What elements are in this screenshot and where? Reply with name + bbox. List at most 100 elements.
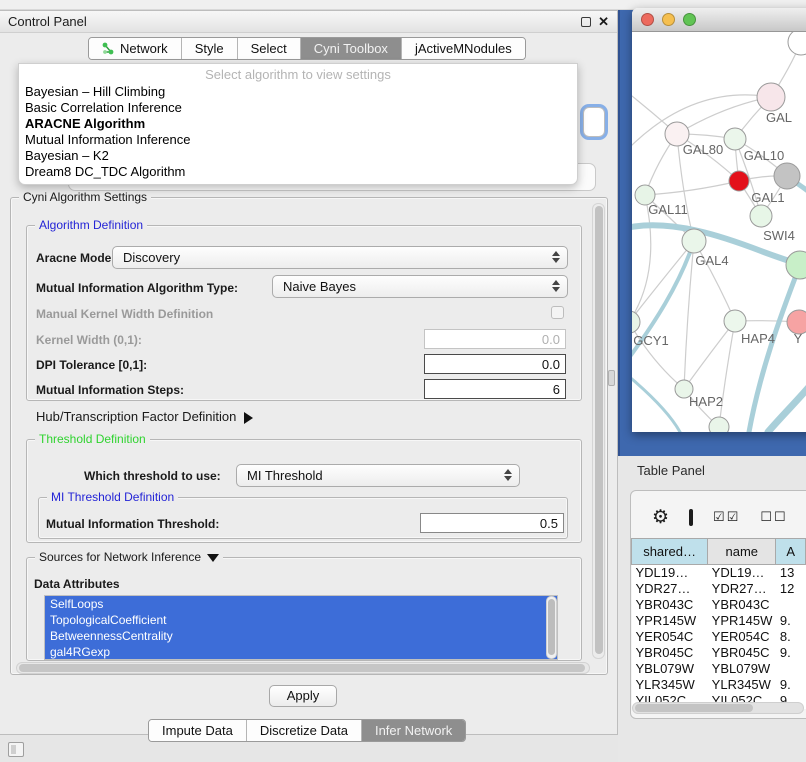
close-icon[interactable]: ✕ — [598, 17, 609, 27]
network-node[interactable] — [774, 163, 800, 189]
tab-label: Cyni Toolbox — [314, 41, 388, 56]
network-node[interactable] — [788, 32, 806, 55]
table-column-header[interactable]: shared… — [632, 539, 708, 565]
network-window-titlebar — [632, 8, 806, 32]
panel-split-handle[interactable] — [608, 370, 615, 386]
tab-infer-network[interactable]: Infer Network — [362, 720, 465, 741]
aracne-mode-label: Aracne Mode: — [36, 251, 115, 265]
network-edge[interactable] — [645, 181, 739, 195]
focused-combo-fragment[interactable] — [583, 107, 605, 137]
table-row[interactable]: YLR345WYLR345W9. — [632, 677, 806, 693]
tab-impute-data[interactable]: Impute Data — [149, 720, 247, 741]
window-close-icon[interactable] — [641, 13, 654, 26]
table-row[interactable]: YDL19…YDL19…13 — [632, 565, 806, 581]
network-node[interactable] — [709, 417, 729, 432]
table-row[interactable]: YPR145WYPR145W9. — [632, 613, 806, 629]
bottom-tabbar: Impute DataDiscretize DataInfer Network — [148, 719, 466, 742]
algorithm-item[interactable]: Basic Correlation Inference — [19, 100, 577, 116]
network-node[interactable] — [750, 205, 772, 227]
network-node[interactable] — [786, 251, 806, 279]
network-node[interactable] — [729, 171, 749, 191]
data-attribute-item[interactable]: BetweennessCentrality — [45, 628, 557, 644]
tab-cyni-toolbox[interactable]: Cyni Toolbox — [301, 38, 402, 59]
gear-icon[interactable]: ⚙ — [652, 508, 669, 527]
table-row[interactable]: YBL079WYBL079W — [632, 661, 806, 677]
network-node[interactable] — [724, 310, 746, 332]
hub-section-header[interactable]: Hub/Transcription Factor Definition — [36, 409, 253, 424]
kernel-width-field[interactable]: 0.0 — [424, 329, 566, 349]
attributes-scrollbar[interactable] — [546, 596, 557, 659]
algorithm-dropdown-placeholder: Select algorithm to view settings — [19, 64, 577, 84]
minimized-panel-icon[interactable] — [8, 742, 24, 757]
node-label: GAL80 — [683, 142, 723, 157]
algorithm-item[interactable]: ARACNE Algorithm — [19, 116, 577, 132]
table-cell: 8. — [776, 629, 806, 645]
mi-steps-field[interactable]: 6 — [424, 379, 566, 399]
network-edge-weighted[interactable] — [632, 374, 680, 432]
settings-horizontal-scrollbar[interactable] — [16, 662, 590, 674]
combo-spinner-icon — [552, 280, 560, 292]
sources-group-title[interactable]: Sources for Network Inference — [35, 550, 223, 564]
table-row[interactable]: YBR045CYBR045C9. — [632, 645, 806, 661]
table-row[interactable]: YDR27…YDR27…12 — [632, 581, 806, 597]
network-edge[interactable] — [719, 321, 735, 427]
table-panel-title: Table Panel — [637, 463, 705, 478]
algorithm-dropdown-popup: Select algorithm to view settings Bayesi… — [18, 63, 578, 185]
settings-vertical-scrollbar[interactable] — [592, 203, 605, 659]
columns-icon[interactable] — [689, 509, 693, 526]
network-edge[interactable] — [677, 97, 771, 134]
table-cell: YBL079W — [632, 661, 708, 677]
algorithm-item[interactable]: Mutual Information Inference — [19, 132, 577, 148]
table-horizontal-scrollbar[interactable] — [632, 702, 804, 714]
table-cell — [776, 597, 806, 613]
deselect-all-checks-icon[interactable]: ☐☐ — [760, 509, 787, 525]
network-node[interactable] — [757, 83, 785, 111]
tab-network[interactable]: Network — [89, 38, 182, 59]
mi-type-value: Naive Bayes — [283, 279, 356, 294]
table-column-header[interactable]: A — [776, 539, 806, 565]
data-attribute-item[interactable]: SelfLoops — [45, 596, 557, 612]
table-column-header[interactable]: name — [708, 539, 776, 565]
tab-style[interactable]: Style — [182, 38, 238, 59]
algorithm-item[interactable]: Bayesian – K2 — [19, 148, 577, 164]
aracne-mode-combo[interactable]: Discovery — [112, 246, 568, 269]
tab-discretize-data[interactable]: Discretize Data — [247, 720, 362, 741]
mi-threshold-field[interactable]: 0.5 — [420, 513, 564, 533]
dpi-tolerance-label: DPI Tolerance [0,1]: — [36, 358, 147, 372]
table-cell: YBR045C — [708, 645, 776, 661]
table-row[interactable]: YBR043CYBR043C — [632, 597, 806, 613]
network-edge[interactable] — [684, 321, 735, 389]
tab-select[interactable]: Select — [238, 38, 301, 59]
dpi-tolerance-field[interactable]: 0.0 — [424, 354, 566, 374]
which-threshold-combo[interactable]: MI Threshold — [236, 464, 520, 487]
network-edge-weighted[interactable] — [768, 388, 806, 432]
table-cell: YDR27… — [708, 581, 776, 597]
window-zoom-icon[interactable] — [683, 13, 696, 26]
collapse-arrow-icon — [207, 554, 219, 562]
node-label: GAL10 — [744, 148, 784, 163]
float-panel-icon[interactable] — [581, 17, 591, 27]
manual-kernel-checkbox[interactable] — [551, 306, 564, 319]
network-node[interactable] — [724, 128, 746, 150]
algorithm-item[interactable]: Bayesian – Hill Climbing — [19, 84, 577, 100]
table-row[interactable]: YER054CYER054C8. — [632, 629, 806, 645]
apply-button[interactable]: Apply — [269, 685, 337, 707]
select-all-checks-icon[interactable]: ☑☑ — [713, 509, 740, 525]
data-attribute-item[interactable]: gal4RGexp — [45, 644, 557, 660]
network-node[interactable] — [632, 311, 640, 333]
tab-jactivemnodules[interactable]: jActiveMNodules — [402, 38, 525, 59]
network-node[interactable] — [682, 229, 706, 253]
network-graph-canvas[interactable]: GALGAL80GAL10GAL1GAL11SWI4GAL4GCY1HAP4YH… — [632, 32, 806, 432]
window-minimize-icon[interactable] — [662, 13, 675, 26]
node-label: HAP4 — [741, 331, 775, 346]
table-cell: YER054C — [632, 629, 708, 645]
mi-type-combo[interactable]: Naive Bayes — [272, 275, 568, 298]
which-threshold-value: MI Threshold — [247, 468, 323, 483]
data-attribute-item[interactable]: TopologicalCoefficient — [45, 612, 557, 628]
algorithm-item[interactable]: Dream8 DC_TDC Algorithm — [19, 164, 577, 180]
table-toolbar: ⚙ ☑☑ ☐☐ — [630, 500, 806, 534]
table-cell: YER054C — [708, 629, 776, 645]
combo-spinner-icon — [552, 251, 560, 263]
algorithm-definition-title: Algorithm Definition — [35, 218, 147, 232]
network-icon — [102, 42, 115, 55]
